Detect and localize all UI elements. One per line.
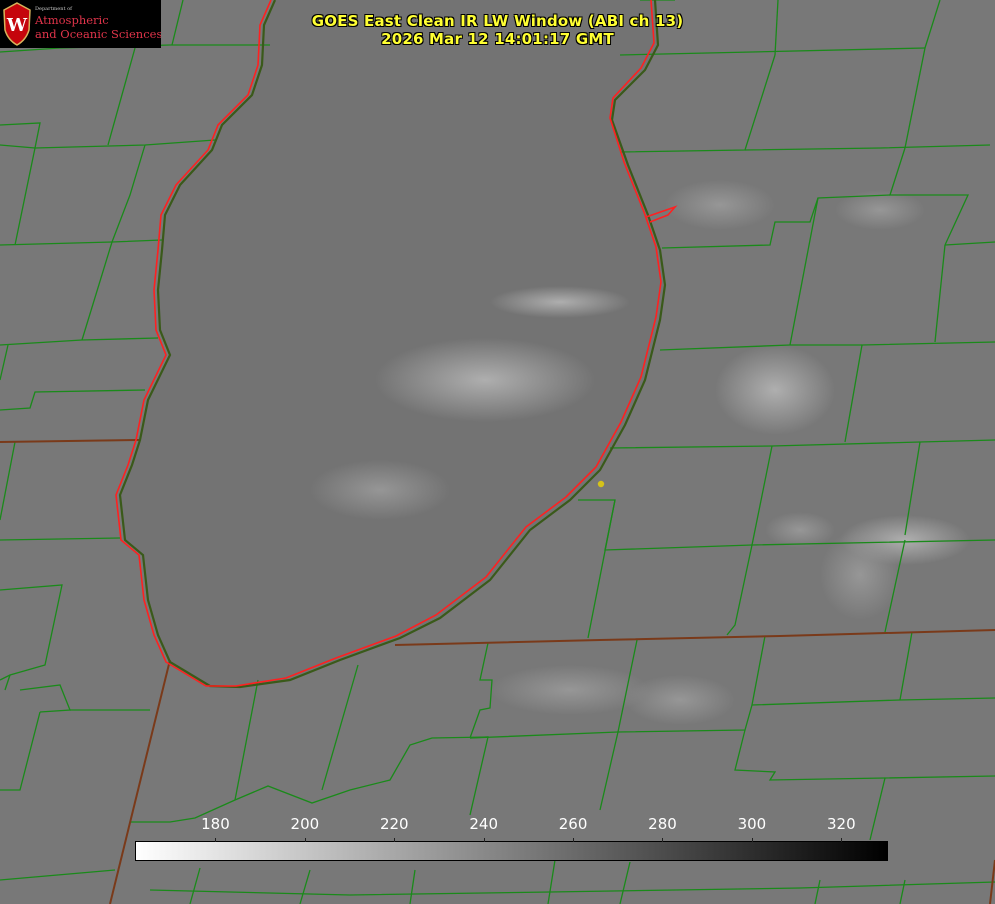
- temperature-colorbar: [135, 841, 888, 861]
- colorbar-tick-label: 300: [737, 815, 767, 833]
- colorbar-tick-label: 320: [826, 815, 856, 833]
- satellite-map-view: W Department of Atmospheric and Oceanic …: [0, 0, 995, 904]
- colorbar-tick-mark: [573, 838, 574, 842]
- image-title: GOES East Clean IR LW Window (ABI ch 13): [311, 12, 684, 30]
- colorbar-tick-label: 180: [201, 815, 230, 833]
- colorbar-tick-label: 260: [558, 815, 588, 833]
- colorbar-tick-mark: [305, 838, 306, 842]
- colorbar-tick-mark: [752, 838, 753, 842]
- colorbar-tick-mark: [841, 838, 842, 842]
- colorbar-tick-mark: [662, 838, 663, 842]
- colorbar-tick-mark: [484, 838, 485, 842]
- colorbar-tick-label: 240: [469, 815, 498, 833]
- colorbar-tick-mark: [394, 838, 395, 842]
- colorbar-tick-label: 200: [290, 815, 320, 833]
- map-canvas[interactable]: [0, 0, 995, 904]
- colorbar-tick-label: 220: [379, 815, 409, 833]
- colorbar-tick-label: 280: [648, 815, 677, 833]
- image-timestamp: 2026 Mar 12 14:01:17 GMT: [381, 30, 614, 48]
- location-marker[interactable]: [597, 480, 605, 488]
- colorbar-tick-mark: [215, 838, 216, 842]
